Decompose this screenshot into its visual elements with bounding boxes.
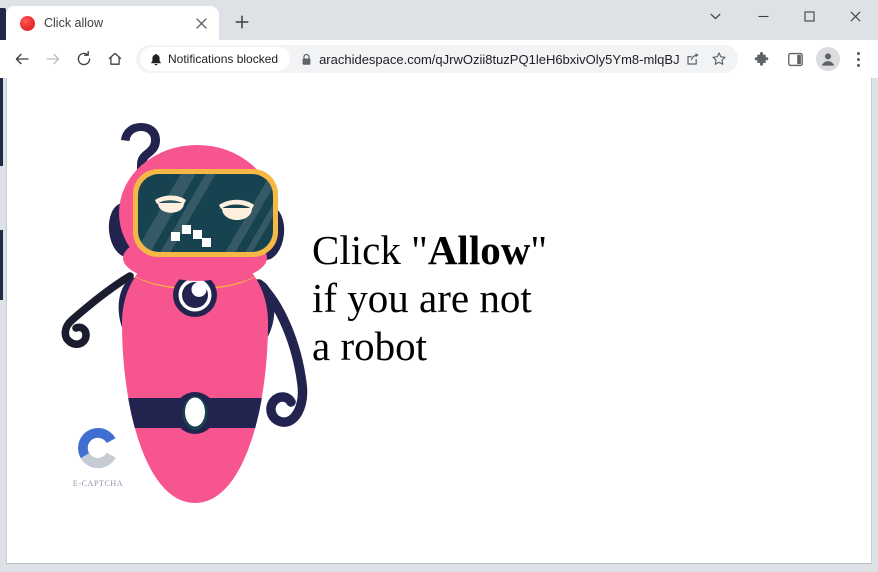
tab-search-chevron-down-icon[interactable]	[690, 0, 740, 32]
tab-title: Click allow	[44, 16, 104, 30]
ecaptcha-logo-block: E-CAPTCHA	[67, 425, 129, 488]
captcha-c-logo	[78, 427, 116, 469]
page-content: E-CAPTCHA Click "Allow" if you are not a…	[7, 78, 871, 563]
puzzle-piece-icon[interactable]	[747, 45, 775, 73]
close-icon[interactable]	[191, 13, 211, 33]
headline-suffix: "	[530, 227, 548, 273]
window-edge-accent-top	[0, 78, 3, 166]
star-icon[interactable]	[706, 46, 732, 72]
headline-line-3: a robot	[312, 323, 427, 369]
red-circle-favicon	[20, 15, 35, 31]
side-panel-icon[interactable]	[781, 45, 809, 73]
notifications-blocked-label: Notifications blocked	[168, 52, 279, 66]
bell-icon	[151, 53, 161, 65]
browser-toolbar: Notifications blocked arachidespace.com/…	[0, 40, 878, 78]
share-icon[interactable]	[680, 46, 706, 72]
three-dot-menu-icon[interactable]	[846, 45, 870, 73]
headline-prefix: Click "	[312, 227, 428, 273]
browser-window: Click allow Notifications blocked arachi…	[0, 0, 878, 572]
window-frame-bottom	[0, 564, 878, 572]
belt-buckle	[174, 392, 216, 434]
headline-line-2: if you are not	[312, 275, 532, 321]
page-headline: Click "Allow" if you are not a robot	[312, 226, 547, 370]
minimize-button[interactable]	[740, 0, 786, 32]
url-text[interactable]: arachidespace.com/qJrwOzii8tuzPQ1leH6bxi…	[319, 52, 680, 67]
window-controls	[690, 0, 878, 40]
browser-tab[interactable]: Click allow	[6, 6, 219, 40]
close-window-button[interactable]	[832, 0, 878, 32]
window-frame-right	[872, 78, 878, 564]
forward-button	[38, 45, 67, 74]
headline-allow-word: Allow	[427, 227, 531, 273]
new-tab-button[interactable]	[227, 7, 257, 37]
maximize-button[interactable]	[786, 0, 832, 32]
page-viewport: E-CAPTCHA Click "Allow" if you are not a…	[6, 78, 872, 564]
ecaptcha-logo-text: E-CAPTCHA	[72, 479, 124, 488]
headline-line-1: Click "Allow"	[312, 226, 547, 274]
lock-icon[interactable]	[301, 53, 312, 66]
person-avatar-icon[interactable]	[816, 47, 840, 71]
notifications-blocked-chip[interactable]: Notifications blocked	[140, 47, 291, 71]
reload-button[interactable]	[69, 45, 98, 74]
window-edge-accent-bottom	[0, 230, 3, 300]
omnibox[interactable]: Notifications blocked arachidespace.com/…	[136, 45, 738, 73]
home-button[interactable]	[100, 45, 129, 74]
back-button[interactable]	[7, 45, 36, 74]
tab-strip: Click allow	[0, 0, 878, 40]
